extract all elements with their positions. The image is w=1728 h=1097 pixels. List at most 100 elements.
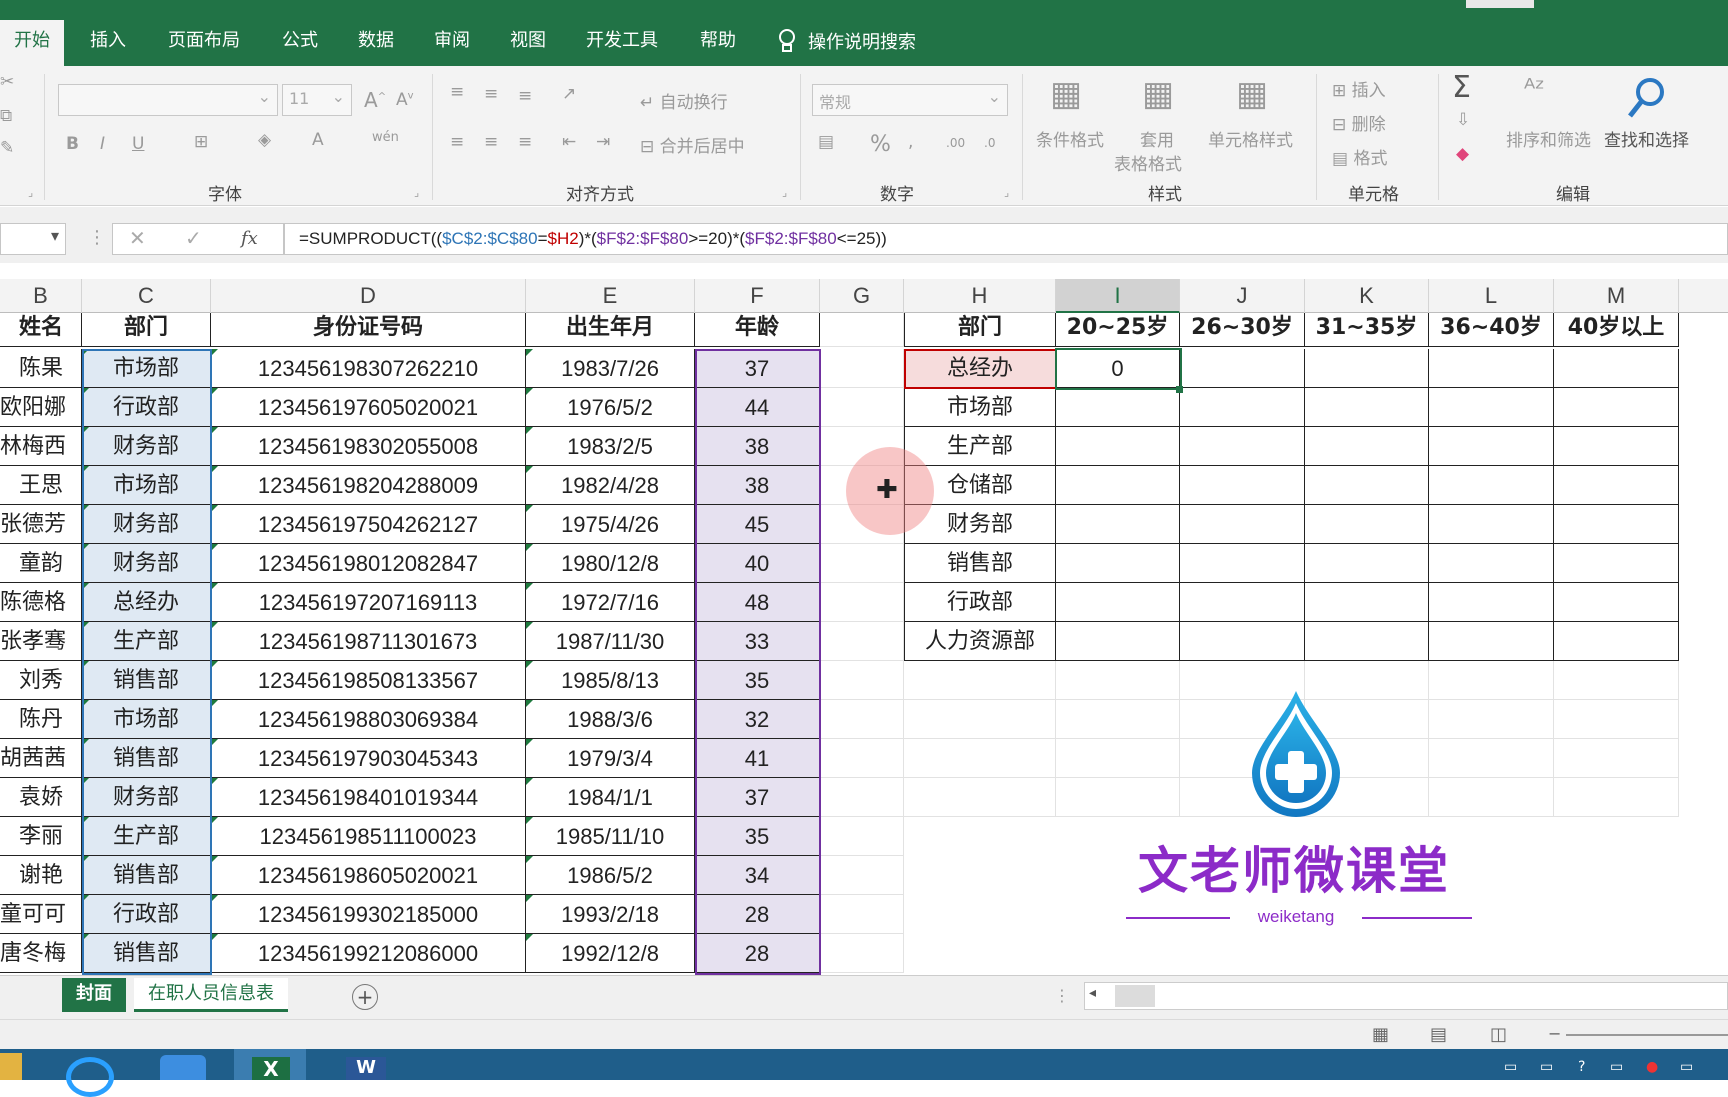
align-left-icon[interactable]: ≡: [450, 132, 464, 152]
summary-value-cell[interactable]: [1180, 622, 1305, 661]
table-cell[interactable]: 陈果: [0, 349, 82, 388]
table-cell[interactable]: 财务部: [82, 544, 211, 583]
sheet-tab-staff-info[interactable]: 在职人员信息表: [134, 978, 288, 1012]
table-cell[interactable]: 44: [695, 388, 820, 427]
merge-center-button[interactable]: ⊟ 合并后居中: [640, 132, 745, 157]
table-cell[interactable]: 1984/1/1: [526, 778, 695, 817]
conditional-format-button[interactable]: 条件格式: [1036, 126, 1104, 151]
table-cell[interactable]: 38: [695, 427, 820, 466]
table-cell[interactable]: 123456197207169113: [211, 583, 526, 622]
table-cell[interactable]: 123456198711301673: [211, 622, 526, 661]
delete-cells-button[interactable]: ⊟ 删除: [1332, 110, 1386, 135]
summary-department-cell[interactable]: 市场部: [904, 388, 1056, 427]
grid-cell[interactable]: [904, 700, 1056, 739]
summary-value-cell[interactable]: [1056, 466, 1180, 505]
table-cell[interactable]: 唐冬梅: [0, 934, 82, 973]
increase-decimal-icon[interactable]: .00: [946, 136, 965, 150]
grid-cell[interactable]: [1056, 778, 1180, 817]
summary-department-cell[interactable]: 总经办: [904, 349, 1056, 388]
summary-value-cell[interactable]: [1305, 388, 1429, 427]
summary-value-cell[interactable]: [1429, 544, 1554, 583]
summary-range-header[interactable]: 26~30岁: [1180, 313, 1305, 347]
table-cell[interactable]: 张孝骞: [0, 622, 82, 661]
grid-cell[interactable]: [1429, 700, 1554, 739]
accounting-icon[interactable]: ▤: [818, 132, 834, 152]
summary-range-header[interactable]: 40岁以上: [1554, 313, 1679, 347]
summary-department-cell[interactable]: 人力资源部: [904, 622, 1056, 661]
align-center-icon[interactable]: ≡: [484, 132, 498, 152]
grid-cell[interactable]: [820, 388, 904, 427]
summary-value-cell[interactable]: [1056, 427, 1180, 466]
summary-range-header[interactable]: 36~40岁: [1429, 313, 1554, 347]
summary-value-cell[interactable]: [1554, 544, 1679, 583]
table-cell[interactable]: 45: [695, 505, 820, 544]
grid-cell[interactable]: [820, 544, 904, 583]
table-cell[interactable]: 34: [695, 856, 820, 895]
table-cell[interactable]: 123456198803069384: [211, 700, 526, 739]
table-cell[interactable]: 张德芳: [0, 505, 82, 544]
align-right-icon[interactable]: ≡: [518, 132, 532, 152]
table-cell[interactable]: 财务部: [82, 505, 211, 544]
table-cell[interactable]: 28: [695, 934, 820, 973]
percent-button[interactable]: %: [870, 132, 891, 157]
find-select-button[interactable]: 查找和选择: [1604, 126, 1689, 151]
clipboard-launcher-icon[interactable]: ⌟: [28, 186, 33, 199]
table-cell[interactable]: 1987/11/30: [526, 622, 695, 661]
cell-style-button[interactable]: 单元格样式: [1208, 126, 1293, 151]
table-cell[interactable]: 1983/2/5: [526, 427, 695, 466]
grid-cell[interactable]: [820, 817, 904, 856]
summary-value-cell[interactable]: [1056, 544, 1180, 583]
align-top-icon[interactable]: ≡: [450, 82, 464, 102]
table-cell[interactable]: 1983/7/26: [526, 349, 695, 388]
summary-value-cell[interactable]: [1305, 466, 1429, 505]
zoom-slider[interactable]: [1566, 1034, 1728, 1036]
column-header-h[interactable]: H: [904, 279, 1056, 313]
table-cell[interactable]: 123456198204288009: [211, 466, 526, 505]
summary-value-cell[interactable]: [1554, 505, 1679, 544]
fill-handle[interactable]: [1176, 386, 1183, 393]
scroll-left-icon[interactable]: ◂: [1089, 985, 1096, 1001]
normal-view-icon[interactable]: ▦: [1372, 1024, 1389, 1045]
summary-header-cell[interactable]: 部门: [904, 313, 1056, 347]
grid-cell[interactable]: [820, 739, 904, 778]
table-cell[interactable]: 37: [695, 349, 820, 388]
table-cell[interactable]: 王思: [0, 466, 82, 505]
shrink-font-icon[interactable]: Av: [396, 90, 414, 110]
summary-value-cell[interactable]: [1305, 622, 1429, 661]
format-cells-button[interactable]: ▤ 格式: [1332, 144, 1387, 169]
table-cell[interactable]: 财务部: [82, 427, 211, 466]
grid-cell[interactable]: [1554, 739, 1679, 778]
increase-indent-icon[interactable]: ⇥: [596, 132, 610, 152]
table-cell[interactable]: 1976/5/2: [526, 388, 695, 427]
tab-insert[interactable]: 插入: [76, 26, 140, 60]
grid-cell[interactable]: [1554, 700, 1679, 739]
summary-range-header[interactable]: 20~25岁: [1056, 313, 1180, 347]
sheet-tab-cover[interactable]: 封面: [62, 978, 126, 1012]
table-cell[interactable]: 销售部: [82, 739, 211, 778]
summary-value-cell[interactable]: [1305, 505, 1429, 544]
fill-icon[interactable]: ⇩: [1456, 110, 1470, 130]
grid-cell[interactable]: [1056, 661, 1180, 700]
file-explorer-icon[interactable]: [0, 1053, 22, 1080]
summary-value-cell[interactable]: [1429, 427, 1554, 466]
table-cell[interactable]: 1980/12/8: [526, 544, 695, 583]
grid-cell[interactable]: [820, 895, 904, 934]
table-cell[interactable]: 市场部: [82, 349, 211, 388]
table-cell[interactable]: 1992/12/8: [526, 934, 695, 973]
scroll-thumb[interactable]: [1115, 985, 1155, 1007]
cancel-icon[interactable]: ✕: [129, 226, 146, 250]
table-cell[interactable]: 童可可: [0, 895, 82, 934]
table-cell[interactable]: 欧阳娜: [0, 388, 82, 427]
bold-button[interactable]: B: [66, 134, 79, 154]
summary-range-header[interactable]: 31~35岁: [1305, 313, 1429, 347]
grid-cell[interactable]: [1429, 739, 1554, 778]
table-cell[interactable]: 行政部: [82, 388, 211, 427]
zoom-out-icon[interactable]: −: [1548, 1024, 1561, 1043]
table-cell[interactable]: 1979/3/4: [526, 739, 695, 778]
table-cell[interactable]: 123456198307262210: [211, 349, 526, 388]
autosum-icon[interactable]: Σ: [1452, 70, 1471, 105]
grow-font-icon[interactable]: A^: [364, 88, 386, 112]
grid-cell[interactable]: [820, 313, 904, 347]
summary-department-cell[interactable]: 销售部: [904, 544, 1056, 583]
column-header-e[interactable]: E: [526, 279, 695, 313]
